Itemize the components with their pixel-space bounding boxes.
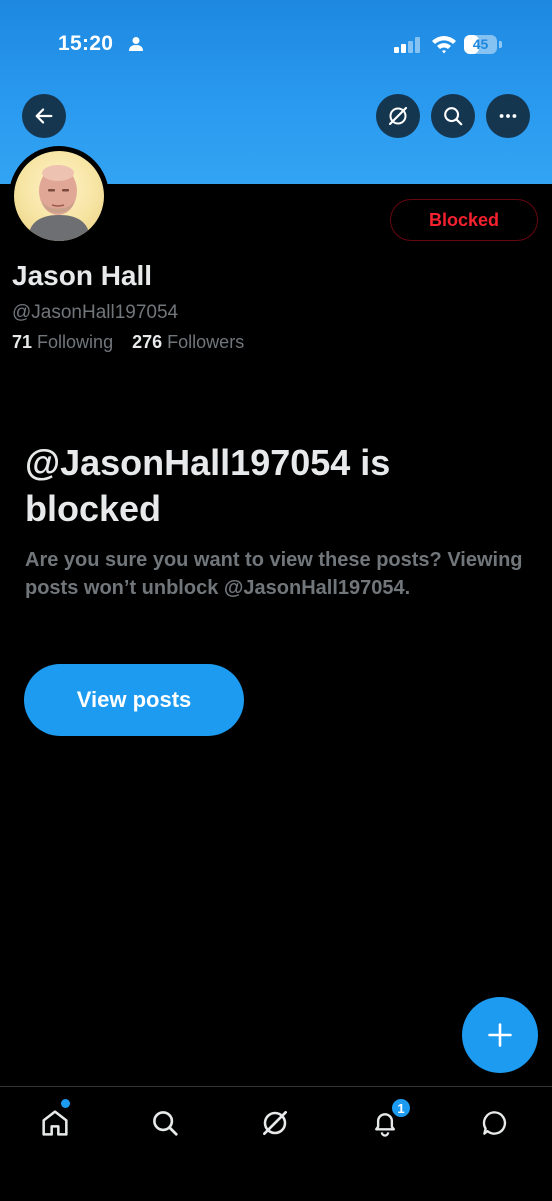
back-button[interactable]	[22, 94, 66, 138]
arrow-left-icon	[35, 108, 53, 124]
tab-home[interactable]	[35, 1103, 75, 1143]
home-unread-dot	[61, 1099, 70, 1108]
bottom-tab-bar: 1	[0, 1086, 552, 1201]
search-button[interactable]	[431, 94, 475, 138]
following-link[interactable]: 71 Following	[12, 332, 113, 352]
tab-search[interactable]	[145, 1103, 185, 1143]
person-icon	[129, 37, 143, 51]
cellular-signal-icon	[394, 37, 420, 53]
battery-indicator: 45	[464, 35, 502, 55]
avatar-photo	[14, 151, 104, 241]
home-icon	[42, 1110, 68, 1136]
followers-label: Followers	[167, 332, 245, 352]
avatar[interactable]	[9, 146, 109, 246]
profile-stats: 71 Following 276 Followers	[12, 332, 258, 353]
view-posts-button[interactable]: View posts	[24, 664, 244, 736]
profile-display-name: Jason Hall	[12, 260, 153, 291]
compose-post-button[interactable]	[462, 997, 538, 1073]
followers-link[interactable]: 276 Followers	[132, 332, 244, 352]
grok-icon	[263, 1111, 287, 1135]
status-time: 15:20	[58, 32, 114, 55]
grok-button[interactable]	[376, 94, 420, 138]
blocked-button[interactable]: Blocked	[390, 199, 538, 241]
following-label: Following	[37, 332, 114, 352]
blocked-notice-title: @JasonHall197054 is blocked	[25, 442, 391, 529]
messages-icon	[482, 1111, 507, 1135]
grok-icon	[388, 106, 408, 126]
search-icon	[444, 107, 463, 126]
tab-messages[interactable]	[475, 1103, 515, 1143]
battery-level-text: 45	[472, 36, 489, 52]
tab-grok[interactable]	[255, 1103, 295, 1143]
notifications-count-badge: 1	[390, 1097, 412, 1119]
more-options-button[interactable]	[486, 94, 530, 138]
search-icon	[153, 1111, 178, 1136]
wifi-icon	[432, 36, 456, 54]
blocked-notice-message: Are you sure you want to view these post…	[25, 549, 523, 599]
followers-count: 276	[132, 332, 163, 352]
plus-icon	[488, 1023, 512, 1047]
status-bar: 15:20 45	[0, 22, 552, 70]
more-horizontal-icon	[499, 114, 517, 118]
following-count: 71	[12, 332, 33, 352]
profile-handle: @JasonHall197054	[12, 302, 179, 323]
